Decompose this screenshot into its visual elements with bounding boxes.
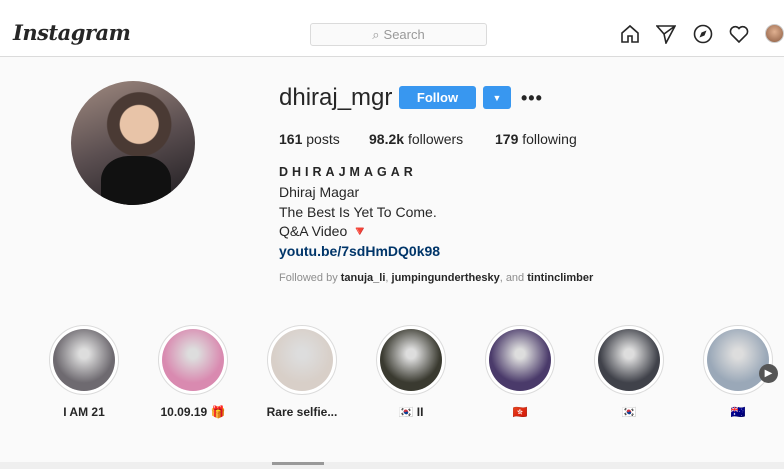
highlight-label: Rare selfie...: [266, 405, 338, 419]
story-highlight[interactable]: 🇭🇰: [485, 325, 555, 419]
highlight-cover: [158, 325, 228, 395]
display-name: DHIRAJMAGAR: [279, 165, 417, 179]
highlight-cover: [703, 325, 773, 395]
bio-tagline: The Best Is Yet To Come.: [279, 204, 437, 220]
next-highlights-button[interactable]: ▶: [759, 364, 778, 383]
more-options-icon[interactable]: •••: [521, 88, 543, 109]
highlight-label: 🇭🇰: [512, 405, 528, 419]
highlight-label: 🇦🇺: [730, 405, 746, 419]
highlight-cover: [485, 325, 555, 395]
caret-down-icon: ▼: [492, 92, 502, 103]
story-highlight[interactable]: Rare selfie...: [267, 325, 337, 419]
profile-picture: [71, 81, 195, 205]
follower-link[interactable]: tintinclimber: [527, 272, 593, 284]
story-highlight[interactable]: 🇦🇺: [703, 325, 773, 419]
bio-line: Q&A Video 🔻: [279, 223, 369, 239]
story-highlight[interactable]: I AM 21: [49, 325, 119, 419]
suggested-dropdown-button[interactable]: ▼: [483, 86, 511, 109]
username: dhiraj_mgr: [279, 84, 393, 111]
follower-link[interactable]: tanuja_li: [341, 272, 386, 284]
story-highlight[interactable]: 🇰🇷 II: [376, 325, 446, 419]
direct-message-icon[interactable]: [656, 24, 676, 44]
highlight-cover: [594, 325, 664, 395]
top-nav: Instagram ⌕ Search: [0, 0, 784, 57]
story-highlight[interactable]: 🇰🇷: [594, 325, 664, 419]
highlight-label: 10.09.19 🎁: [160, 405, 226, 419]
explore-icon[interactable]: [693, 24, 713, 44]
instagram-logo[interactable]: Instagram: [13, 20, 131, 45]
search-icon: ⌕: [372, 26, 380, 42]
chevron-right-icon: ▶: [764, 368, 773, 379]
highlight-label: 🇰🇷: [621, 405, 637, 419]
followers-link[interactable]: 98.2k followers: [369, 131, 463, 147]
highlight-label: I AM 21: [63, 405, 105, 419]
highlight-label: 🇰🇷 II: [398, 405, 424, 419]
activity-heart-icon[interactable]: [729, 25, 749, 43]
bio-name: Dhiraj Magar: [279, 184, 360, 200]
scrollbar-thumb[interactable]: [272, 462, 324, 465]
posts-count: 161 posts: [279, 131, 340, 147]
highlight-cover: [376, 325, 446, 395]
home-icon[interactable]: [620, 24, 640, 44]
highlight-cover: [267, 325, 337, 395]
follow-button[interactable]: Follow: [399, 86, 476, 109]
bio-link[interactable]: youtu.be/7sdHmDQ0k98: [279, 243, 440, 259]
horizontal-scrollbar[interactable]: [0, 462, 784, 469]
followed-by: Followed by tanuja_li, jumpingunderthesk…: [279, 272, 594, 284]
story-highlight[interactable]: 10.09.19 🎁: [158, 325, 228, 419]
follower-link[interactable]: jumpingunderthesky: [392, 272, 500, 284]
following-link[interactable]: 179 following: [495, 131, 577, 147]
user-avatar[interactable]: [765, 24, 784, 43]
highlight-cover: [49, 325, 119, 395]
search-input[interactable]: ⌕ Search: [310, 23, 487, 46]
